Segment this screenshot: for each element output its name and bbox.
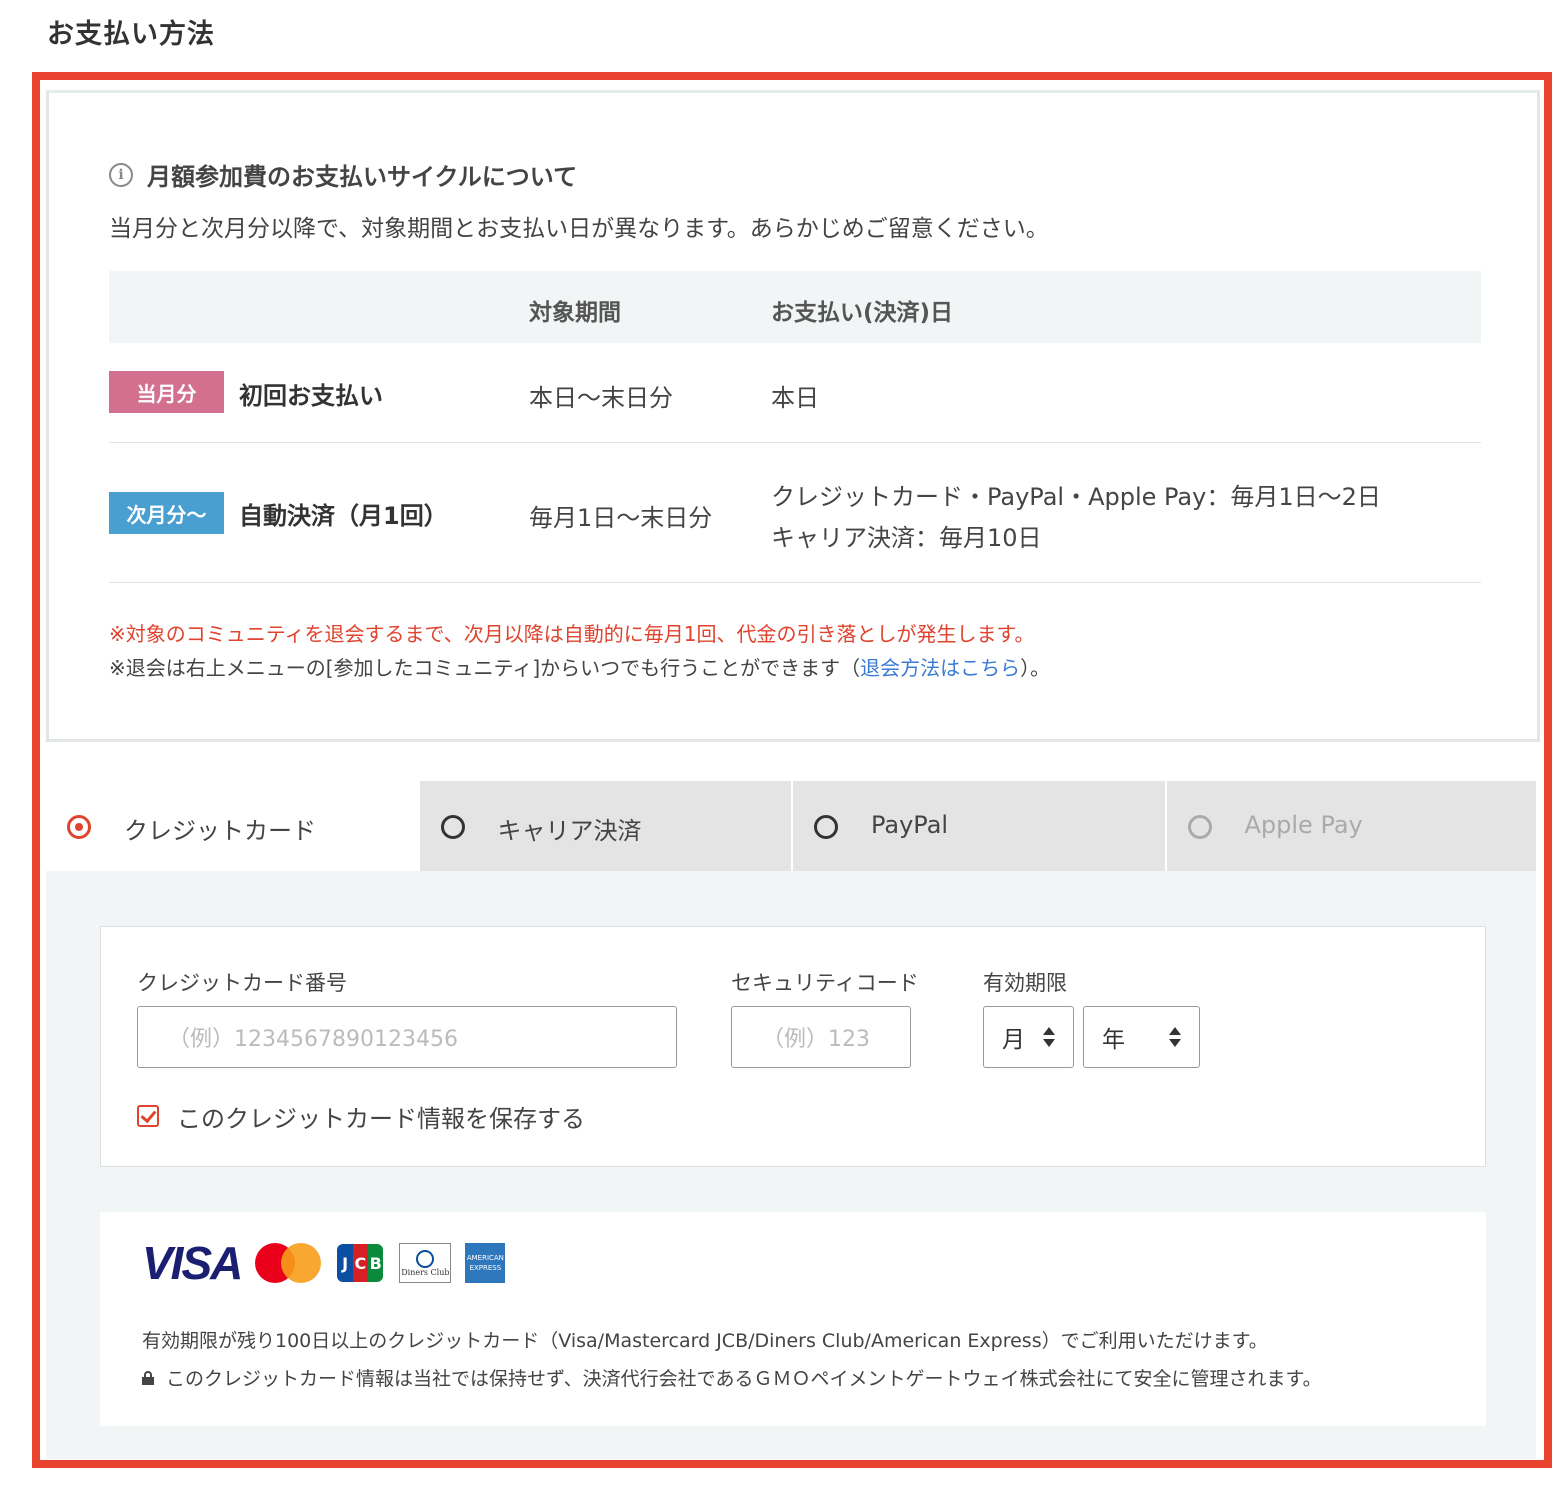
- page-title: お支払い方法: [47, 19, 215, 50]
- highlight-annotation-frame: [32, 72, 1552, 1468]
